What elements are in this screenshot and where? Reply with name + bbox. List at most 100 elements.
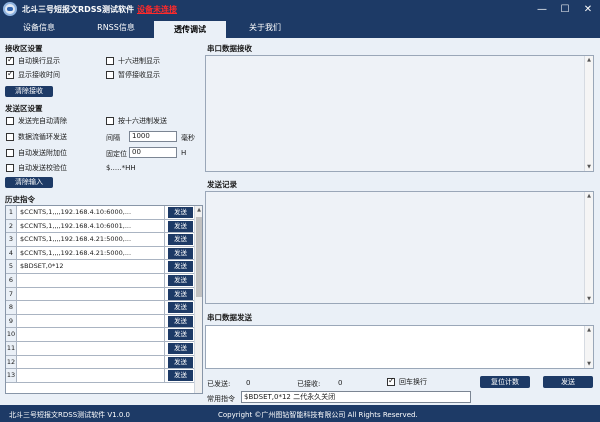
row-command-cell[interactable]: $CCNTS,1,,,,192.168.4.21:5000,... [19,233,165,246]
scroll-down-icon[interactable]: ▼ [586,296,592,302]
row-command-cell[interactable] [19,314,165,328]
row-send-button[interactable]: 发送 [168,343,193,354]
scroll-up-icon[interactable]: ▲ [196,207,202,213]
row-send-button[interactable]: 发送 [168,356,193,368]
scroll-down-icon[interactable]: ▼ [586,164,592,170]
common-cmd-select[interactable]: $BDSET,0*12 二代永久关闭 [241,391,471,403]
table-row[interactable]: 1 $CCNTS,1,,,,192.168.4.10:6000,... 发送 [6,206,194,220]
table-row[interactable]: 10 发送 [6,328,194,342]
checkbox-box[interactable] [6,164,14,172]
table-row[interactable]: 2 $CCNTS,1,,,,192.168.4.10:6001,... 发送 [6,219,194,234]
show-receive-time-checkbox[interactable]: 显示接收时间 [6,69,60,80]
history-scrollbar[interactable]: ▲ [194,206,202,393]
row-send-button[interactable]: 发送 [168,234,193,246]
row-number: 3 [6,233,17,246]
row-command-cell[interactable]: $CCNTS,1,,,,192.168.4.21:5000,... [19,246,165,260]
row-send-button[interactable]: 发送 [168,315,193,327]
connection-status-link[interactable]: 设备未连接 [137,4,177,15]
table-row[interactable]: 4 $CCNTS,1,,,,192.168.4.21:5000,... 发送 [6,246,194,261]
checkbox-box[interactable] [106,57,114,65]
fixed-bit-input[interactable]: 00 [129,147,177,158]
clear-input-button[interactable]: 清除输入 [5,177,53,188]
row-send-button[interactable]: 发送 [168,288,193,300]
checkbox-box[interactable] [6,69,14,79]
auto-clear-label: 发送完自动清除 [18,117,67,125]
table-row[interactable]: 13 发送 [6,369,194,383]
clear-receive-button[interactable]: 清除接收 [5,86,53,97]
row-command-cell[interactable] [19,287,165,301]
row-command-cell[interactable] [19,301,165,314]
row-command-cell[interactable]: $BDSET,0*12 [19,260,165,273]
sent-count-value: 0 [246,379,251,387]
table-row[interactable]: 11 发送 [6,342,194,356]
row-send-button[interactable]: 发送 [168,370,193,382]
table-row[interactable]: 9 发送 [6,314,194,329]
table-row[interactable]: 6 发送 [6,274,194,288]
status-bar: 北斗三号短报文RDSS测试软件 V1.0.0 Copyright ©广州图钻智能… [0,405,600,422]
row-command-cell[interactable] [19,328,165,341]
tab-rnss-info[interactable]: RNSS信息 [78,19,154,38]
row-command-cell[interactable]: $CCNTS,1,,,,192.168.4.10:6000,... [19,206,165,219]
receive-settings-title: 接收区设置 [5,44,43,53]
serial-receive-area[interactable]: ▲ ▼ [205,55,594,172]
checkbox-box[interactable] [387,376,395,386]
send-log-area[interactable]: ▲ ▼ [205,191,594,304]
row-send-button[interactable]: 发送 [168,207,193,218]
hex-send-checkbox[interactable]: 按十六进制发送 [106,116,167,126]
app-title: 北斗三号短报文RDSS测试软件 [22,5,134,14]
scroll-thumb[interactable] [196,217,202,297]
table-row[interactable]: 12 发送 [6,355,194,370]
checkbox-box[interactable] [106,71,114,79]
row-command-cell[interactable] [19,274,165,287]
reset-count-button[interactable]: 复位计数 [480,376,530,388]
crlf-checkbox[interactable]: 回车换行 [387,376,427,387]
tab-device-info[interactable]: 设备信息 [0,19,78,38]
scroll-up-icon[interactable]: ▲ [586,193,592,199]
row-send-button[interactable]: 发送 [168,302,193,314]
auto-checksum-checkbox[interactable]: 自动发送校验位 [6,163,67,173]
table-row[interactable]: 8 发送 [6,301,194,315]
auto-newline-checkbox[interactable]: 自动换行显示 [6,55,60,66]
table-row[interactable]: 5 $BDSET,0*12 发送 [6,260,194,274]
tab-about-us[interactable]: 关于我们 [226,19,304,38]
send-button[interactable]: 发送 [543,376,593,388]
row-send-button[interactable]: 发送 [168,329,193,341]
row-send-button[interactable]: 发送 [168,261,193,273]
row-send-button[interactable]: 发送 [168,275,193,286]
row-command-cell[interactable] [19,355,165,369]
tab-passthrough-debug[interactable]: 透传调试 [154,19,226,38]
common-cmd-label: 常用指令 [207,395,235,403]
row-send-button[interactable]: 发送 [168,247,193,259]
minimize-icon[interactable]: — [530,0,554,19]
hex-display-label: 十六进制显示 [118,57,160,65]
scroll-up-icon[interactable]: ▲ [586,327,592,333]
scroll-down-icon[interactable]: ▼ [586,361,592,367]
close-icon[interactable]: ✕ [576,0,600,19]
scroll-up-icon[interactable]: ▲ [586,57,592,63]
maximize-icon[interactable]: ☐ [553,0,577,19]
receive-scrollbar[interactable]: ▲ ▼ [584,56,593,171]
send-log-scrollbar[interactable]: ▲ ▼ [584,192,593,303]
checkbox-box[interactable] [6,117,14,125]
row-send-button[interactable]: 发送 [168,220,193,232]
checkbox-box[interactable] [106,117,114,125]
hex-display-checkbox[interactable]: 十六进制显示 [106,56,160,66]
checkbox-box[interactable] [6,133,14,141]
serial-send-title: 串口数据发送 [207,313,252,322]
serial-send-input[interactable]: ▲ ▼ [205,325,594,369]
table-row[interactable]: 7 发送 [6,287,194,302]
pause-receive-checkbox[interactable]: 暂停接收显示 [106,70,160,80]
checkbox-box[interactable] [6,149,14,157]
row-command-cell[interactable] [19,369,165,382]
history-table: 1 $CCNTS,1,,,,192.168.4.10:6000,... 发送 2 $CC… [5,205,203,394]
checkbox-box[interactable] [6,55,14,65]
loop-send-checkbox[interactable]: 数据流循环发送 [6,132,67,142]
auto-clear-checkbox[interactable]: 发送完自动清除 [6,116,67,126]
table-row[interactable]: 3 $CCNTS,1,,,,192.168.4.21:5000,... 发送 [6,233,194,247]
row-command-cell[interactable] [19,342,165,355]
row-command-cell[interactable]: $CCNTS,1,,,,192.168.4.10:6001,... [19,219,165,233]
send-input-scrollbar[interactable]: ▲ ▼ [584,326,593,368]
interval-input[interactable]: 1000 [129,131,177,142]
auto-newline-label: 自动换行显示 [18,57,60,65]
auto-append-checkbox[interactable]: 自动发送附加位 [6,148,67,158]
